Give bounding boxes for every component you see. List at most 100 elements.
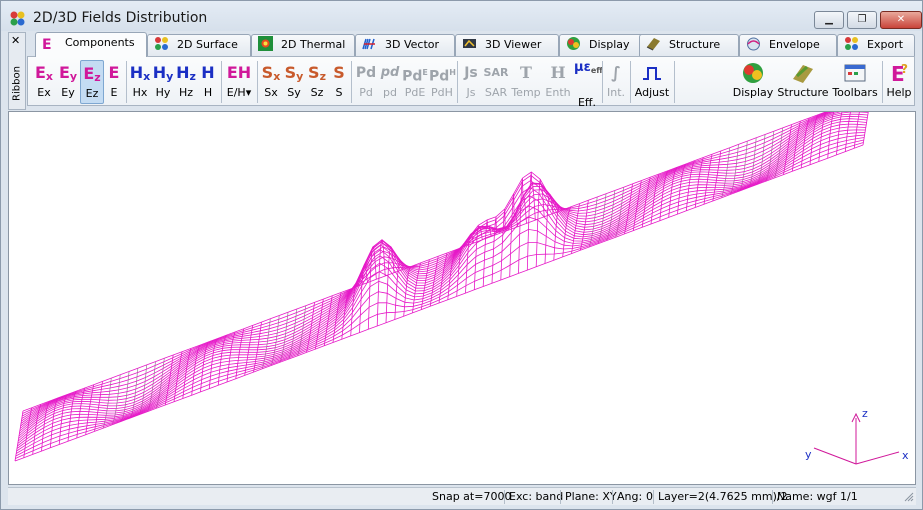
status-name: Name: wgf 1/1	[772, 490, 858, 504]
hx-button[interactable]: Hx Hx	[128, 60, 152, 104]
toolbars-button[interactable]: Toolbars	[832, 60, 878, 104]
field-mesh-plot[interactable]: z x y	[9, 112, 915, 484]
z-axis-label: z	[862, 407, 868, 420]
title-bar[interactable]: 2D/3D Fields Distribution ▁ ❐ ✕	[1, 1, 922, 31]
tab-3d-vector[interactable]: 3D Vector	[355, 34, 455, 56]
structure-button[interactable]: Structure	[777, 60, 829, 104]
pd-button[interactable]: Pd Pd	[354, 60, 378, 104]
ex-icon: Ex	[34, 63, 54, 83]
toolbar-separator	[351, 61, 352, 103]
structure-icon	[793, 65, 813, 83]
pdh-icon: PdH	[429, 68, 456, 85]
app-window: 2D/3D Fields Distribution ▁ ❐ ✕ ✕ Ribbon…	[0, 0, 923, 510]
y-axis-label: y	[805, 448, 812, 461]
eh-dropdown-button[interactable]: EH E/H▾	[224, 60, 254, 104]
help-icon: E?	[891, 62, 908, 86]
int-button[interactable]: ∫ Int.	[605, 60, 627, 104]
ex-button[interactable]: Ex Ex	[32, 60, 56, 104]
tab-2d-thermal[interactable]: 2D Thermal	[251, 34, 355, 56]
toolbar-separator	[882, 61, 883, 103]
viewer-icon	[463, 39, 476, 48]
ez-icon: Ez	[83, 64, 101, 84]
ribbon-label[interactable]: Ribbon	[12, 62, 23, 106]
pulse-icon	[643, 67, 661, 80]
pd-small-button[interactable]: pd pd	[378, 60, 402, 104]
eh-icon: EH	[226, 63, 252, 82]
toolbar-separator	[602, 61, 603, 103]
sz-button[interactable]: Sz Sz	[305, 60, 329, 104]
tab-export[interactable]: Export	[837, 34, 915, 56]
axes-triad: z x y	[805, 407, 909, 465]
pde-button[interactable]: PdE PdE	[402, 60, 428, 104]
h-button[interactable]: H H	[198, 60, 218, 104]
close-icon: ✕	[896, 14, 906, 25]
help-button[interactable]: E? Help	[885, 60, 913, 104]
svg-text:?: ?	[901, 62, 908, 76]
envelope-icon	[747, 37, 760, 51]
enth-button[interactable]: H Enth	[543, 60, 573, 104]
hz-button[interactable]: Hz Hz	[174, 60, 198, 104]
field-3d-viewport[interactable]: z x y	[8, 111, 916, 485]
tab-envelope[interactable]: Envelope	[739, 34, 837, 56]
hz-icon: Hz	[176, 63, 196, 83]
toolbar-separator	[257, 61, 258, 103]
sar-button[interactable]: SAR SAR	[483, 60, 509, 104]
chevron-down-icon: ▾	[245, 86, 252, 99]
pd-small-icon: pd	[380, 65, 400, 80]
toolbar-separator	[674, 61, 675, 103]
enth-icon: H	[550, 63, 566, 82]
tab-structure[interactable]: Structure	[639, 34, 739, 56]
hy-button[interactable]: Hy Hy	[151, 60, 175, 104]
s-button[interactable]: S S	[329, 60, 349, 104]
display-icon	[567, 37, 580, 50]
sx-icon: Sx	[261, 63, 281, 83]
tab-2d-surface[interactable]: 2D Surface	[147, 34, 251, 56]
resize-grip-icon[interactable]	[904, 492, 914, 502]
sar-icon: SAR	[483, 66, 509, 79]
minimize-button[interactable]: ▁	[814, 11, 844, 29]
status-snap: Snap at=7000	[432, 490, 512, 503]
e-icon: E	[108, 63, 120, 82]
app-icon	[10, 11, 25, 26]
vector-icon	[362, 38, 375, 50]
adjust-button[interactable]: Adjust	[634, 60, 670, 104]
thermal-icon	[258, 36, 273, 51]
s-icon: S	[333, 63, 345, 82]
ez-button[interactable]: Ez Ez	[80, 60, 104, 104]
x-axis-line	[855, 451, 900, 465]
tab-components[interactable]: E Components	[35, 32, 147, 57]
surface-icon	[155, 37, 168, 50]
close-button[interactable]: ✕	[880, 11, 922, 29]
status-excitation: Exc: band	[504, 490, 563, 504]
window-title: 2D/3D Fields Distribution	[33, 10, 208, 26]
eff-button[interactable]: μεeff Eff.	[574, 60, 603, 109]
toolbar-separator	[126, 61, 127, 103]
ribbon-close-icon[interactable]: ✕	[11, 34, 20, 47]
maximize-icon: ❐	[857, 14, 867, 25]
status-angle-label: Ang:	[612, 490, 642, 504]
sy-icon: Sy	[284, 63, 304, 83]
hy-icon: Hy	[152, 63, 174, 83]
e-button[interactable]: E E	[104, 60, 124, 104]
sy-button[interactable]: Sy Sy	[282, 60, 306, 104]
e-letter-icon: E	[42, 37, 52, 53]
pde-icon: PdE	[402, 68, 428, 85]
toolbar-separator	[630, 61, 631, 103]
temp-button[interactable]: T Temp	[510, 60, 542, 104]
status-plane: Plane: XY	[560, 490, 617, 504]
tab-3d-viewer[interactable]: 3D Viewer	[455, 34, 559, 56]
pd-icon: Pd	[355, 65, 377, 81]
pdh-button[interactable]: PdH PdH	[429, 60, 456, 104]
display-icon	[743, 63, 763, 83]
sz-icon: Sz	[308, 63, 326, 83]
structure-icon	[646, 38, 660, 51]
js-button[interactable]: Js Js	[459, 60, 483, 104]
ey-button[interactable]: Ey Ey	[56, 60, 80, 104]
status-layer: Layer=2(4.7625 mm)/2	[653, 490, 788, 504]
sx-button[interactable]: Sx Sx	[259, 60, 283, 104]
toolbar-separator	[221, 61, 222, 103]
ey-icon: Ey	[58, 63, 78, 83]
maximize-button[interactable]: ❐	[847, 11, 877, 29]
export-icon	[845, 37, 858, 50]
display-button[interactable]: Display	[732, 60, 774, 104]
